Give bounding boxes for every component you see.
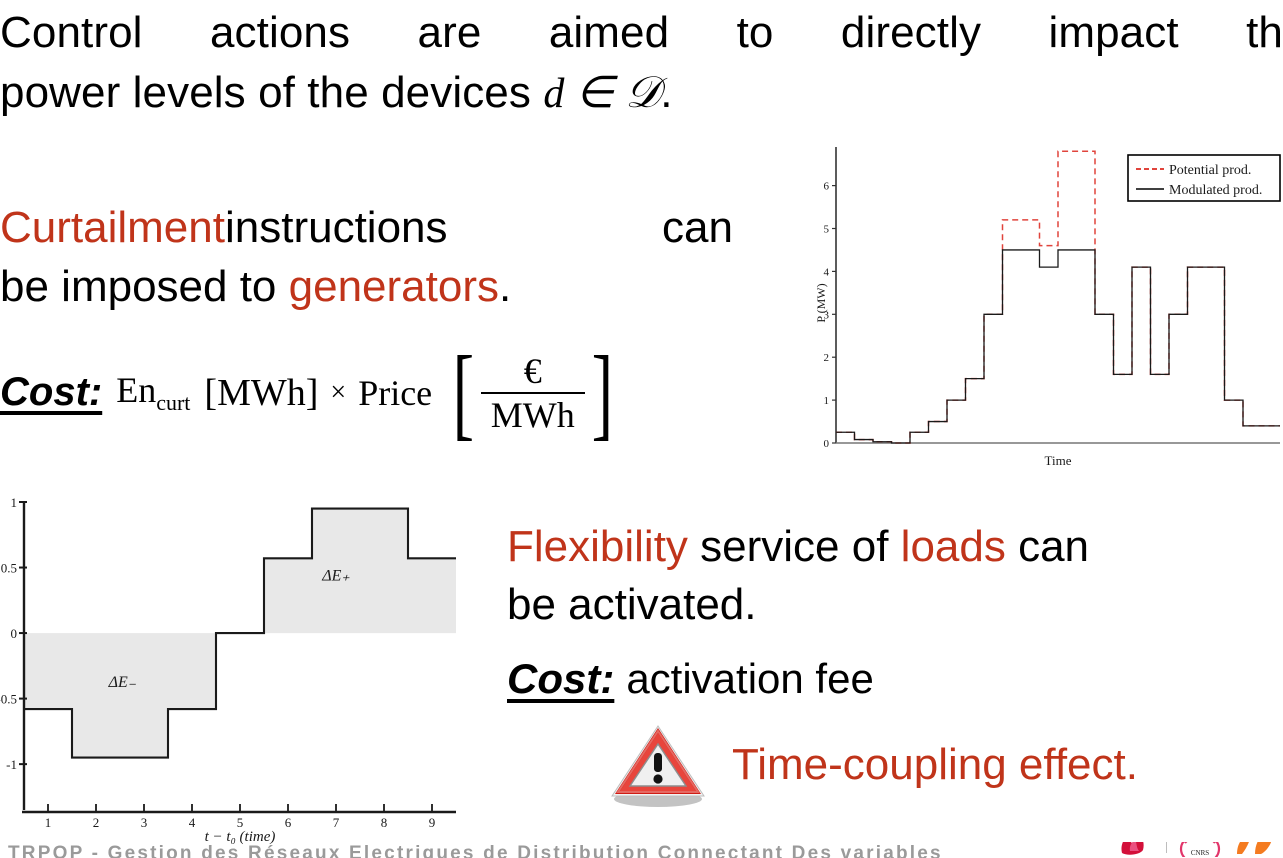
cost-flexibility-line: Cost: activation fee <box>507 655 874 703</box>
intro-period: . <box>660 68 673 117</box>
price-term: Price <box>358 372 433 413</box>
svg-text:-0.5: -0.5 <box>0 692 17 707</box>
fraction: € MWh <box>480 350 585 435</box>
time-coupling-text: Time-coupling effect. <box>732 740 1138 789</box>
svg-text:5: 5 <box>237 815 244 830</box>
production-chart-legend: Potential prod. Modulated prod. <box>1127 154 1281 202</box>
slide-root: Control actions are aimed to directly im… <box>0 0 1283 858</box>
svg-text:9: 9 <box>429 815 436 830</box>
intro-line-2-text: power levels of the devices <box>0 68 544 117</box>
curtailment-line-1: Curtailmentinstructions can <box>0 198 733 257</box>
orange-logo <box>1233 842 1279 857</box>
loads-keyword: loads <box>900 522 1006 571</box>
svg-text:7: 7 <box>333 815 340 830</box>
flexibility-line-1-end: can <box>1005 522 1090 571</box>
price-unit-fraction: [ € MWh ] <box>446 335 619 450</box>
cost-label: Cost: <box>0 370 103 415</box>
production-chart: 0123456 P (MW) Time Potential prod. Modu… <box>812 143 1283 473</box>
svg-text:6: 6 <box>824 181 830 193</box>
svg-text:1: 1 <box>824 395 830 407</box>
cost-flexibility-label: Cost: <box>507 655 615 702</box>
svg-text:CNRS: CNRS <box>1191 849 1209 857</box>
legend-label-modulated: Modulated prod. <box>1169 183 1262 198</box>
svg-text:5: 5 <box>824 224 830 236</box>
math-symbol-in: ∈ <box>564 68 626 117</box>
flexibility-x-ticks: 1 2 3 4 5 6 7 8 9 <box>45 804 436 830</box>
slide-footer: TRPOP - Gestion des Réseaux Electriques … <box>0 842 1283 858</box>
flexibility-line-2: be activated. <box>507 580 757 629</box>
energy-unit: [MWh] <box>204 371 319 414</box>
footer-title: TRPOP - Gestion des Réseaux Electriques … <box>8 843 943 858</box>
flexibility-chart-svg: -1-0.500.51 123456789 ΔE₋ΔE₊ t − t₀ (tim… <box>0 495 456 845</box>
svg-text:ΔE₊: ΔE₊ <box>321 568 350 585</box>
bracket-right: ] <box>591 335 613 450</box>
svg-text:-1: -1 <box>6 757 17 772</box>
cost-curtailment-formula: Cost: Encurt [MWh] × Price [ € MWh ] <box>0 335 619 450</box>
curtailment-paragraph: Curtailmentinstructions can be imposed t… <box>0 198 740 316</box>
curtailment-line-1-rest: instructions can <box>224 203 733 252</box>
svg-text:3: 3 <box>141 815 148 830</box>
svg-text:4: 4 <box>824 266 830 278</box>
svg-text:8: 8 <box>381 815 388 830</box>
flexibility-energy-chart: -1-0.500.51 123456789 ΔE₋ΔE₊ t − t₀ (tim… <box>0 492 462 852</box>
production-chart-svg: 0123456 P (MW) Time Potential prod. Modu… <box>814 147 1281 468</box>
intro-line-2: power levels of the devices d ∈ 𝒟. <box>0 64 1283 123</box>
intro-paragraph: Control actions are aimed to directly im… <box>0 4 1283 123</box>
flexibility-keyword: Flexibility <box>507 522 688 571</box>
bracket-left: [ <box>452 335 475 450</box>
modulated-production-curve <box>836 249 1280 444</box>
math-symbol-d: d <box>543 71 565 117</box>
flexibility-paragraph: Flexibility service of loads can be acti… <box>507 518 1247 634</box>
svg-text:6: 6 <box>285 815 292 830</box>
legend-label-potential: Potential prod. <box>1169 163 1251 178</box>
cnrs-logo: CNRS <box>1177 842 1223 858</box>
fraction-numerator: € <box>523 350 542 391</box>
svg-text:0: 0 <box>824 438 830 450</box>
math-symbol-script-d: 𝒟 <box>625 68 661 117</box>
svg-text:4: 4 <box>189 815 196 830</box>
svg-text:1: 1 <box>45 815 52 830</box>
generators-keyword: generators <box>288 262 499 311</box>
curtailment-line-2-pre: be imposed to <box>0 262 289 311</box>
svg-text:2: 2 <box>93 815 100 830</box>
curtailment-period: . <box>498 262 512 311</box>
svg-text:1: 1 <box>11 495 18 510</box>
footer-logos: CNRS <box>1116 842 1279 858</box>
production-y-axis-label: P (MW) <box>814 283 828 322</box>
svg-text:0.5: 0.5 <box>1 561 17 576</box>
svg-text:2: 2 <box>824 352 830 364</box>
times-operator: × <box>330 376 347 408</box>
curtailment-keyword: Curtailment <box>0 203 225 252</box>
edf-logo <box>1116 842 1156 857</box>
production-x-axis-label: Time <box>1045 453 1072 468</box>
svg-text:0: 0 <box>11 626 18 641</box>
cost-flexibility-text: activation fee <box>626 655 874 702</box>
warning-triangle-icon <box>610 722 706 808</box>
flexibility-line-1: Flexibility service of loads can <box>507 518 1247 576</box>
intro-line-1: Control actions are aimed to directly im… <box>0 8 1283 57</box>
energy-term-base: En <box>116 369 157 410</box>
flexibility-line-1-mid: service of <box>687 522 901 571</box>
fraction-denominator: MWh <box>490 394 575 435</box>
curtailment-line-2: be imposed to generators. <box>0 257 740 316</box>
time-coupling-callout: Time-coupling effect. <box>610 722 1138 808</box>
energy-term: Encurt <box>116 369 190 416</box>
svg-text:ΔE₋: ΔE₋ <box>108 674 137 691</box>
footer-logo-divider <box>1166 842 1167 853</box>
energy-term-subscript: curt <box>156 390 191 416</box>
